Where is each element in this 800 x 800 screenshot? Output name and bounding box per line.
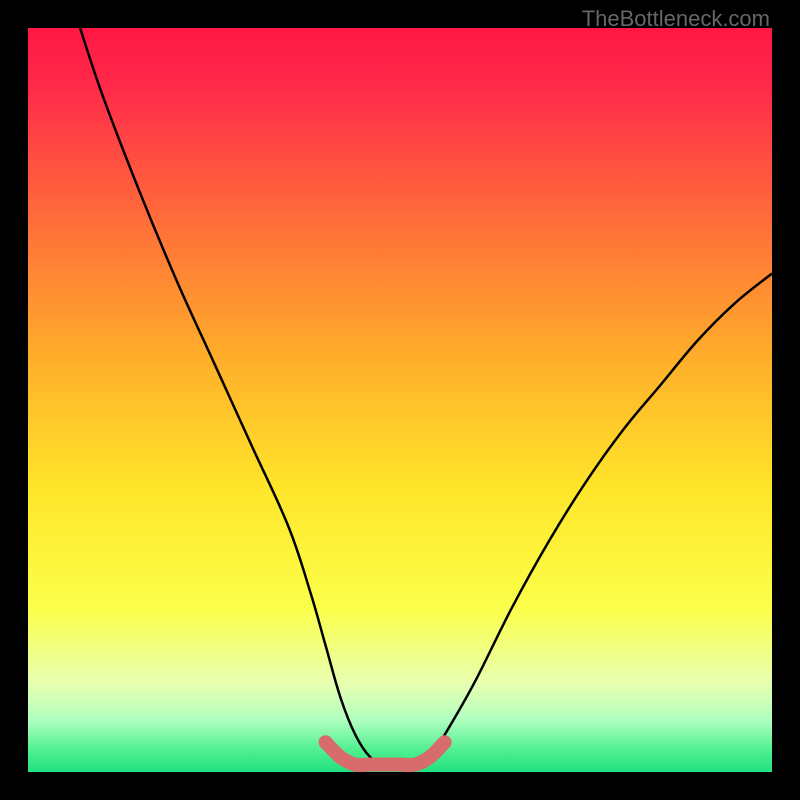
main-curve-path [80, 28, 772, 765]
highlight-curve-path [326, 742, 445, 765]
watermark-text: TheBottleneck.com [582, 6, 770, 32]
chart-container [28, 28, 772, 772]
curve-layer [28, 28, 772, 772]
